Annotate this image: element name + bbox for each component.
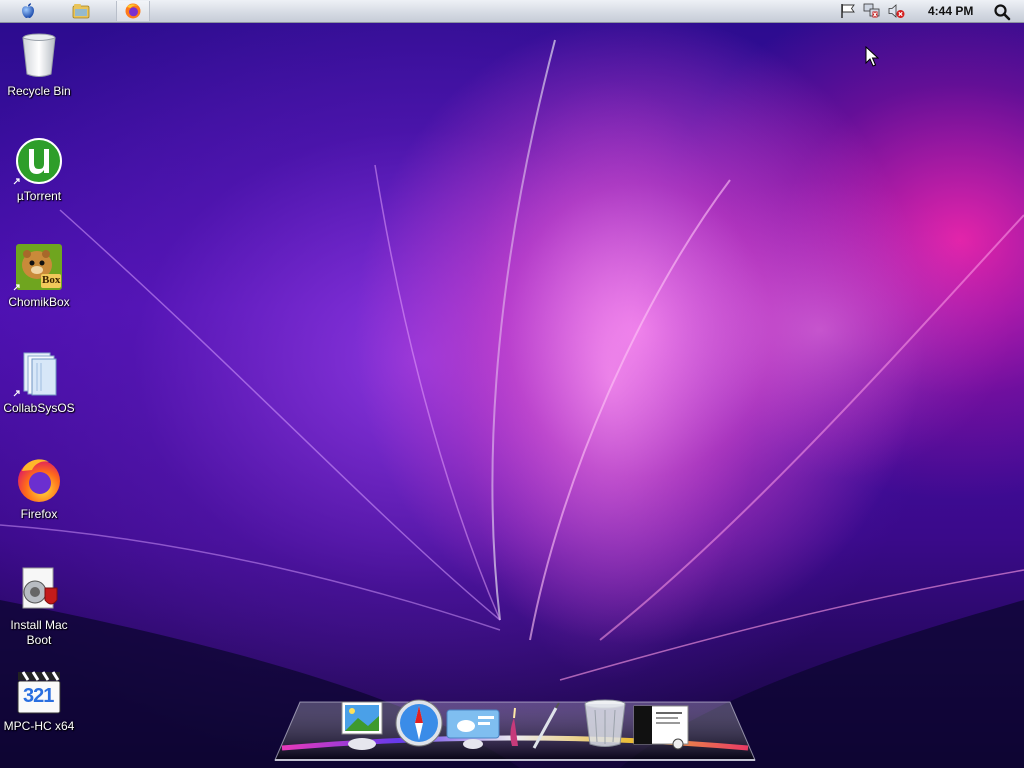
firefox-icon (15, 455, 63, 503)
chomikbox-icon: Box (13, 243, 63, 291)
desktop-icon-label: Firefox (20, 507, 58, 521)
desktop[interactable]: 4:44 PM Recycle Bin µTorrent Box ChomikB… (0, 0, 1024, 768)
utorrent-icon (13, 137, 63, 185)
clock[interactable]: 4:44 PM (928, 4, 973, 18)
desktop-icon-collabsysos[interactable]: CollabSysOS (0, 349, 78, 416)
desktop-icon-label: MPC-HC x64 (3, 719, 75, 733)
dock-item-brush[interactable] (504, 702, 564, 757)
desktop-icon-firefox[interactable]: Firefox (0, 455, 78, 522)
trash-icon (584, 699, 626, 747)
preview-icon (341, 701, 383, 750)
dock-item-preview[interactable] (338, 700, 386, 757)
mpc-hc-badge: 321 (23, 685, 54, 707)
dock-item-trash[interactable] (582, 698, 628, 757)
window-thumbnail-icon (633, 705, 689, 750)
folder-icon (13, 349, 63, 397)
firefox-icon (125, 3, 141, 19)
menu-bar: 4:44 PM (0, 0, 1024, 23)
weather-icon (446, 709, 500, 749)
desktop-icon-label: CollabSysOS (3, 401, 75, 415)
chomikbox-badge: Box (42, 274, 61, 286)
mpc-hc-icon: 321 (15, 667, 63, 715)
desktop-icon-label: Recycle Bin (7, 84, 71, 98)
desktop-icon-chomikbox[interactable]: Box ChomikBox (0, 243, 78, 310)
dock-item-safari[interactable] (394, 698, 444, 753)
action-center-flag-icon[interactable] (839, 3, 857, 19)
explorer-taskbar-button[interactable] (70, 1, 92, 21)
search-icon[interactable] (993, 3, 1011, 21)
shortcut-arrow-icon (13, 284, 20, 291)
shortcut-arrow-icon (13, 178, 20, 185)
apple-menu-button[interactable] (17, 1, 39, 21)
dock-item-window-thumbnail[interactable] (632, 704, 690, 757)
dock (270, 690, 760, 768)
desktop-icon-label: Install Mac Boot (10, 618, 68, 647)
explorer-icon (72, 4, 90, 19)
desktop-icon-label: ChomikBox (8, 295, 70, 309)
recycle-bin-icon (15, 32, 63, 80)
shortcut-arrow-icon (13, 390, 20, 397)
mouse-cursor-icon (865, 46, 879, 67)
apple-logo-icon (22, 3, 34, 18)
brush-icon (510, 702, 560, 749)
installer-icon (15, 566, 63, 614)
desktop-icon-install-mac-boot[interactable]: Install Mac Boot (0, 566, 78, 648)
dock-item-weather[interactable] (446, 708, 500, 755)
desktop-icon-recycle-bin[interactable]: Recycle Bin (0, 32, 78, 99)
network-icon[interactable] (863, 3, 881, 19)
desktop-icon-mpc-hc[interactable]: 321 MPC-HC x64 (0, 667, 78, 734)
wallpaper (0, 39, 1024, 768)
volume-muted-icon[interactable] (888, 3, 906, 19)
safari-icon (395, 699, 443, 747)
desktop-icon-utorrent[interactable]: µTorrent (0, 137, 78, 204)
desktop-icon-label: µTorrent (16, 189, 62, 203)
firefox-taskbar-button[interactable] (116, 1, 150, 21)
